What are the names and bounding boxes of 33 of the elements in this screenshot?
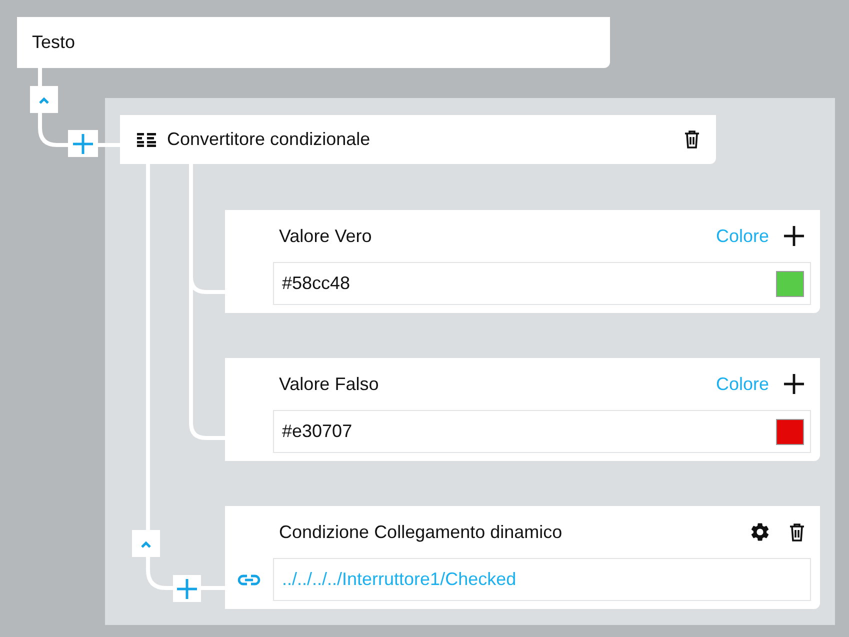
color-value: #58cc48 — [282, 273, 350, 294]
collapse-button[interactable] — [132, 530, 160, 557]
collapse-button[interactable] — [30, 86, 58, 113]
plus-icon — [783, 373, 805, 395]
chevron-up-icon — [140, 540, 152, 548]
add-button[interactable] — [783, 225, 805, 247]
plus-icon — [176, 578, 198, 600]
trash-icon — [684, 130, 700, 149]
binding-path: ../../../../Interruttore1/Checked — [282, 569, 516, 590]
plus-icon — [783, 225, 805, 247]
plus-icon — [72, 132, 94, 154]
list-icon — [137, 132, 157, 146]
color-field[interactable]: #e30707 — [273, 410, 811, 453]
property-label: Valore Vero — [279, 226, 372, 246]
delete-button[interactable] — [789, 522, 805, 542]
node-title: Convertitore condizionale — [167, 129, 370, 150]
delete-button[interactable] — [684, 130, 700, 149]
color-field[interactable]: #58cc48 — [273, 262, 811, 305]
color-value: #e30707 — [282, 421, 352, 442]
color-link[interactable]: Colore — [716, 374, 769, 394]
link-icon — [237, 574, 261, 586]
binding-field[interactable]: ../../../../Interruttore1/Checked — [273, 558, 811, 601]
color-swatch[interactable] — [776, 418, 804, 444]
color-link[interactable]: Colore — [716, 226, 769, 246]
add-button[interactable] — [783, 373, 805, 395]
color-swatch[interactable] — [776, 270, 804, 296]
node-title: Testo — [32, 32, 76, 53]
settings-icon — [749, 521, 771, 543]
property-label: Valore Falso — [279, 374, 379, 394]
chevron-up-icon — [38, 96, 50, 104]
property-label: Condizione Collegamento dinamico — [279, 522, 562, 542]
settings-button[interactable] — [749, 521, 771, 543]
trash-icon — [789, 522, 805, 542]
